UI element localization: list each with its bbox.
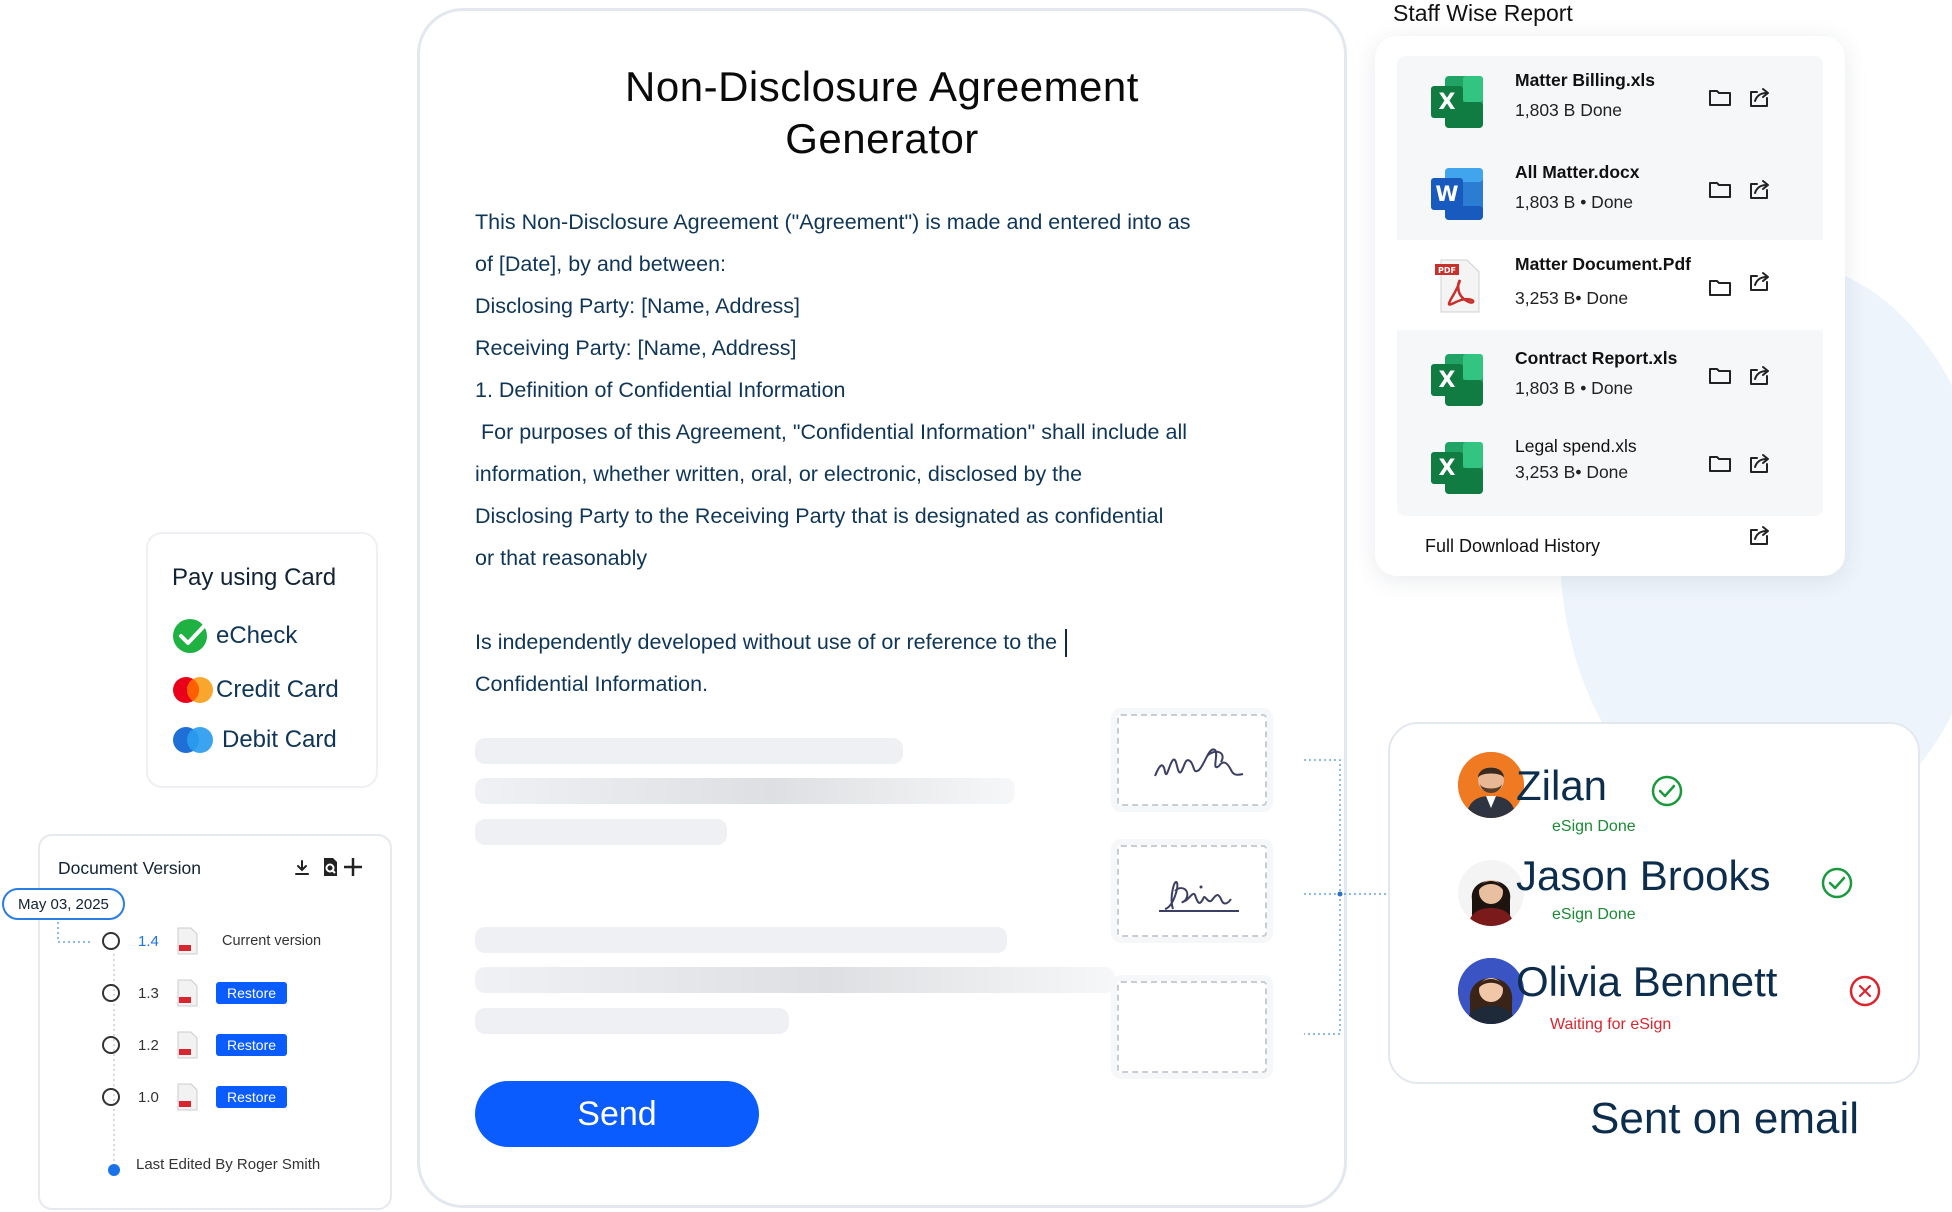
add-icon[interactable] [342, 856, 364, 878]
svg-text:X: X [1439, 368, 1456, 393]
share-icon[interactable] [1747, 268, 1773, 294]
download-icon[interactable] [292, 858, 312, 878]
excel-icon: X [1431, 354, 1483, 406]
esign-card: Zilan eSign Done Jason Brooks eSign Done… [1388, 722, 1920, 1084]
folder-icon[interactable] [1707, 450, 1733, 476]
restore-button[interactable]: Restore [216, 1086, 288, 1108]
payment-card: Pay using Card eCheck Credit Card Debit … [146, 532, 378, 788]
share-icon[interactable] [1747, 522, 1773, 548]
last-edited-label: Last Edited By Roger Smith [136, 1156, 321, 1173]
share-icon[interactable] [1747, 84, 1773, 110]
file-row[interactable]: X Matter Billing.xls 1,803 B Done [1397, 56, 1823, 146]
avatar [1458, 860, 1524, 926]
payment-option-echeck[interactable]: eCheck [172, 618, 297, 654]
placeholder-line [475, 927, 1007, 953]
version-radio[interactable] [102, 1036, 120, 1054]
folder-icon[interactable] [1707, 362, 1733, 388]
file-row[interactable]: X Legal spend.xls 3,253 B• Done [1397, 422, 1823, 512]
excel-icon: X [1431, 76, 1483, 128]
svg-text:PDF: PDF [1438, 266, 1456, 275]
excel-icon: X [1431, 442, 1483, 494]
signature-box-3[interactable] [1117, 981, 1267, 1073]
payment-option-debit-card[interactable]: Debit Card [172, 722, 337, 758]
folder-icon[interactable] [1707, 274, 1733, 300]
signature-1-icon [1154, 748, 1244, 777]
file-row[interactable]: W All Matter.docx 1,803 B • Done [1397, 148, 1823, 238]
share-icon[interactable] [1747, 450, 1773, 476]
signer-name: Jason Brooks [1516, 852, 1771, 899]
version-radio[interactable] [102, 932, 120, 950]
placeholder-line [475, 1008, 789, 1034]
avatar [1458, 752, 1524, 818]
signer-name: Olivia Bennett [1516, 958, 1778, 1005]
svg-text:W: W [1435, 182, 1458, 206]
version-date-badge: May 03, 2025 [2, 888, 125, 920]
signer-status: Waiting for eSign [1550, 1016, 1672, 1033]
svg-text:X: X [1439, 456, 1456, 481]
restore-button[interactable]: Restore [216, 1034, 288, 1056]
payment-title: Pay using Card [172, 564, 337, 591]
share-icon[interactable] [1747, 362, 1773, 388]
file-row[interactable]: PDF Matter Document.Pdf 3,253 B• Done [1397, 240, 1823, 330]
placeholder-line [475, 819, 727, 845]
person-avatar-icon [1458, 958, 1524, 1024]
signature-2-icon [1159, 880, 1239, 912]
mastercard-icon [173, 677, 213, 703]
word-icon: W [1431, 168, 1483, 220]
version-row-1-3[interactable]: 1.3 Restore [102, 978, 288, 1008]
debit-card-icon [173, 727, 213, 753]
signature-box-2[interactable] [1117, 845, 1267, 937]
check-circle-icon [1821, 867, 1853, 899]
signer-name: Zilan [1516, 762, 1608, 809]
signer-status: eSign Done [1552, 906, 1636, 923]
placeholder-line [475, 738, 903, 764]
agreement-card: Non-Disclosure Agreement Generator This … [417, 8, 1347, 1208]
agreement-text[interactable]: This Non-Disclosure Agreement ("Agreemen… [475, 201, 1275, 705]
x-circle-icon [1849, 975, 1881, 1007]
person-avatar-icon [1458, 752, 1524, 818]
check-circle-icon [1651, 775, 1683, 807]
folder-icon[interactable] [1707, 84, 1733, 110]
full-download-history-link[interactable]: Full Download History [1425, 536, 1600, 557]
signature-box-1[interactable] [1117, 714, 1267, 806]
person-avatar-icon [1458, 860, 1524, 926]
pdf-file-icon [177, 979, 198, 1007]
pdf-file-icon [177, 1031, 198, 1059]
version-row-1-2[interactable]: 1.2 Restore [102, 1030, 288, 1060]
pdf-icon: PDF [1435, 259, 1480, 313]
signer-status: eSign Done [1552, 818, 1636, 835]
share-icon[interactable] [1747, 176, 1773, 202]
text-cursor [1065, 629, 1068, 658]
avatar [1458, 958, 1524, 1024]
version-radio[interactable] [102, 984, 120, 1002]
pdf-file-icon [177, 927, 198, 955]
staff-report-title: Staff Wise Report [1393, 0, 1573, 26]
document-search-icon[interactable] [320, 856, 342, 878]
payment-option-credit-card[interactable]: Credit Card [172, 672, 339, 708]
file-row[interactable]: X Contract Report.xls 1,803 B • Done [1397, 334, 1823, 424]
pdf-file-icon [177, 1083, 198, 1111]
sent-on-email-label: Sent on email [1590, 1094, 1860, 1143]
version-row-1-0[interactable]: 1.0 Restore [102, 1082, 288, 1112]
placeholder-line [475, 778, 1015, 804]
check-circle-icon [173, 619, 208, 653]
folder-icon[interactable] [1707, 176, 1733, 202]
send-button[interactable]: Send [475, 1081, 759, 1147]
file-list: X Matter Billing.xls 1,803 B Done W All … [1397, 56, 1823, 516]
svg-text:X: X [1439, 90, 1456, 115]
staff-report-card: X Matter Billing.xls 1,803 B Done W All … [1375, 36, 1845, 576]
version-row-1-4[interactable]: 1.4 Current version [102, 926, 321, 956]
agreement-title: Non-Disclosure Agreement Generator [625, 63, 1139, 162]
restore-button[interactable]: Restore [216, 982, 288, 1004]
version-radio[interactable] [102, 1088, 120, 1106]
placeholder-line [475, 967, 1115, 993]
